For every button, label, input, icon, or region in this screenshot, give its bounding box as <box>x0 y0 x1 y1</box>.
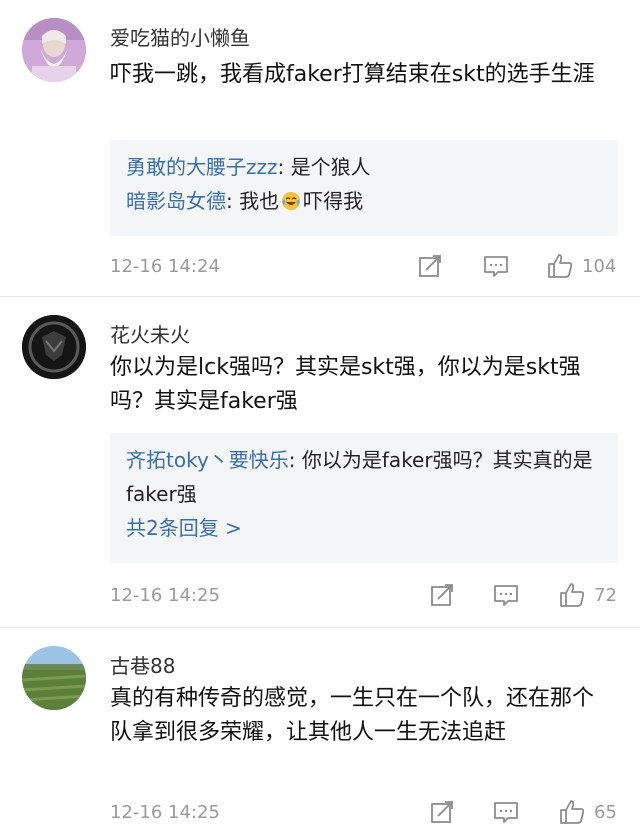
comment-item: 花火未火 你以为是lck强吗？其实是skt强，你以为是skt强吗？其实是fake… <box>0 297 640 628</box>
avatar-image <box>22 18 86 82</box>
reply-line: 齐拓toky丶要快乐: 你以为是faker强吗？其实真的是faker强 <box>126 443 602 511</box>
share-icon[interactable] <box>416 252 444 280</box>
username[interactable]: 花火未火 <box>110 319 190 348</box>
view-more-replies-link[interactable]: 共2条回复 > <box>126 511 602 545</box>
laughing-crying-emoji-icon <box>282 192 301 210</box>
thumbs-up-icon[interactable] <box>558 798 586 826</box>
comment-text: 真的有种传奇的感觉，一生只在一个队，还在那个队拿到很多荣耀，让其他人一生无法追赶 <box>110 686 595 745</box>
like-count: 72 <box>594 585 617 606</box>
reply-text: 吓得我 <box>303 189 364 213</box>
timestamp: 12-16 14:24 <box>110 256 220 277</box>
share-icon[interactable] <box>428 581 456 609</box>
reply-box[interactable]: 齐拓toky丶要快乐: 你以为是faker强吗？其实真的是faker强 共2条回… <box>110 433 618 563</box>
reply-box[interactable]: 勇敢的大腰子zzz: 是个狼人 暗影岛女德: 我也 吓得我 <box>110 140 618 236</box>
avatar-image <box>22 315 86 379</box>
avatar[interactable] <box>22 315 86 379</box>
avatar[interactable] <box>22 646 86 710</box>
reply-text: : 是个狼人 <box>277 155 371 179</box>
username[interactable]: 爱吃猫的小懒鱼 <box>110 22 250 51</box>
comment-icon[interactable] <box>482 252 510 280</box>
timestamp: 12-16 14:25 <box>110 585 220 606</box>
thumbs-up-icon[interactable] <box>558 581 586 609</box>
reply-author[interactable]: 齐拓toky丶要快乐 <box>126 448 289 472</box>
comment-item: 爱吃猫的小懒鱼 吓我一跳，我看成faker打算结束在skt的选手生涯 勇敢的大腰… <box>0 0 640 297</box>
avatar[interactable] <box>22 18 86 82</box>
comment-icon[interactable] <box>492 798 520 826</box>
username[interactable]: 古巷88 <box>110 650 175 679</box>
comment-text: 吓我一跳，我看成faker打算结束在skt的选手生涯 <box>110 62 595 87</box>
comment-text: 你以为是lck强吗？其实是skt强，你以为是skt强吗？其实是faker强 <box>110 355 581 414</box>
timestamp: 12-16 14:25 <box>110 802 220 823</box>
share-icon[interactable] <box>428 798 456 826</box>
comment-meta: 12-16 14:25 65 <box>110 798 620 830</box>
like-count: 65 <box>594 802 617 823</box>
reply-line: 勇敢的大腰子zzz: 是个狼人 <box>126 150 602 184</box>
reply-text: : 我也 <box>226 189 280 213</box>
comment-item: 古巷88 真的有种传奇的感觉，一生只在一个队，还在那个队拿到很多荣耀，让其他人一… <box>0 628 640 837</box>
reply-author[interactable]: 勇敢的大腰子zzz <box>126 155 278 179</box>
comment-icon[interactable] <box>492 581 520 609</box>
like-count: 104 <box>582 256 617 277</box>
reply-line: 暗影岛女德: 我也 吓得我 <box>126 184 602 218</box>
comment-meta: 12-16 14:25 72 <box>110 581 620 613</box>
avatar-image <box>22 646 86 710</box>
reply-author[interactable]: 暗影岛女德 <box>126 189 226 213</box>
comment-meta: 12-16 14:24 104 <box>110 252 620 284</box>
thumbs-up-icon[interactable] <box>546 252 574 280</box>
